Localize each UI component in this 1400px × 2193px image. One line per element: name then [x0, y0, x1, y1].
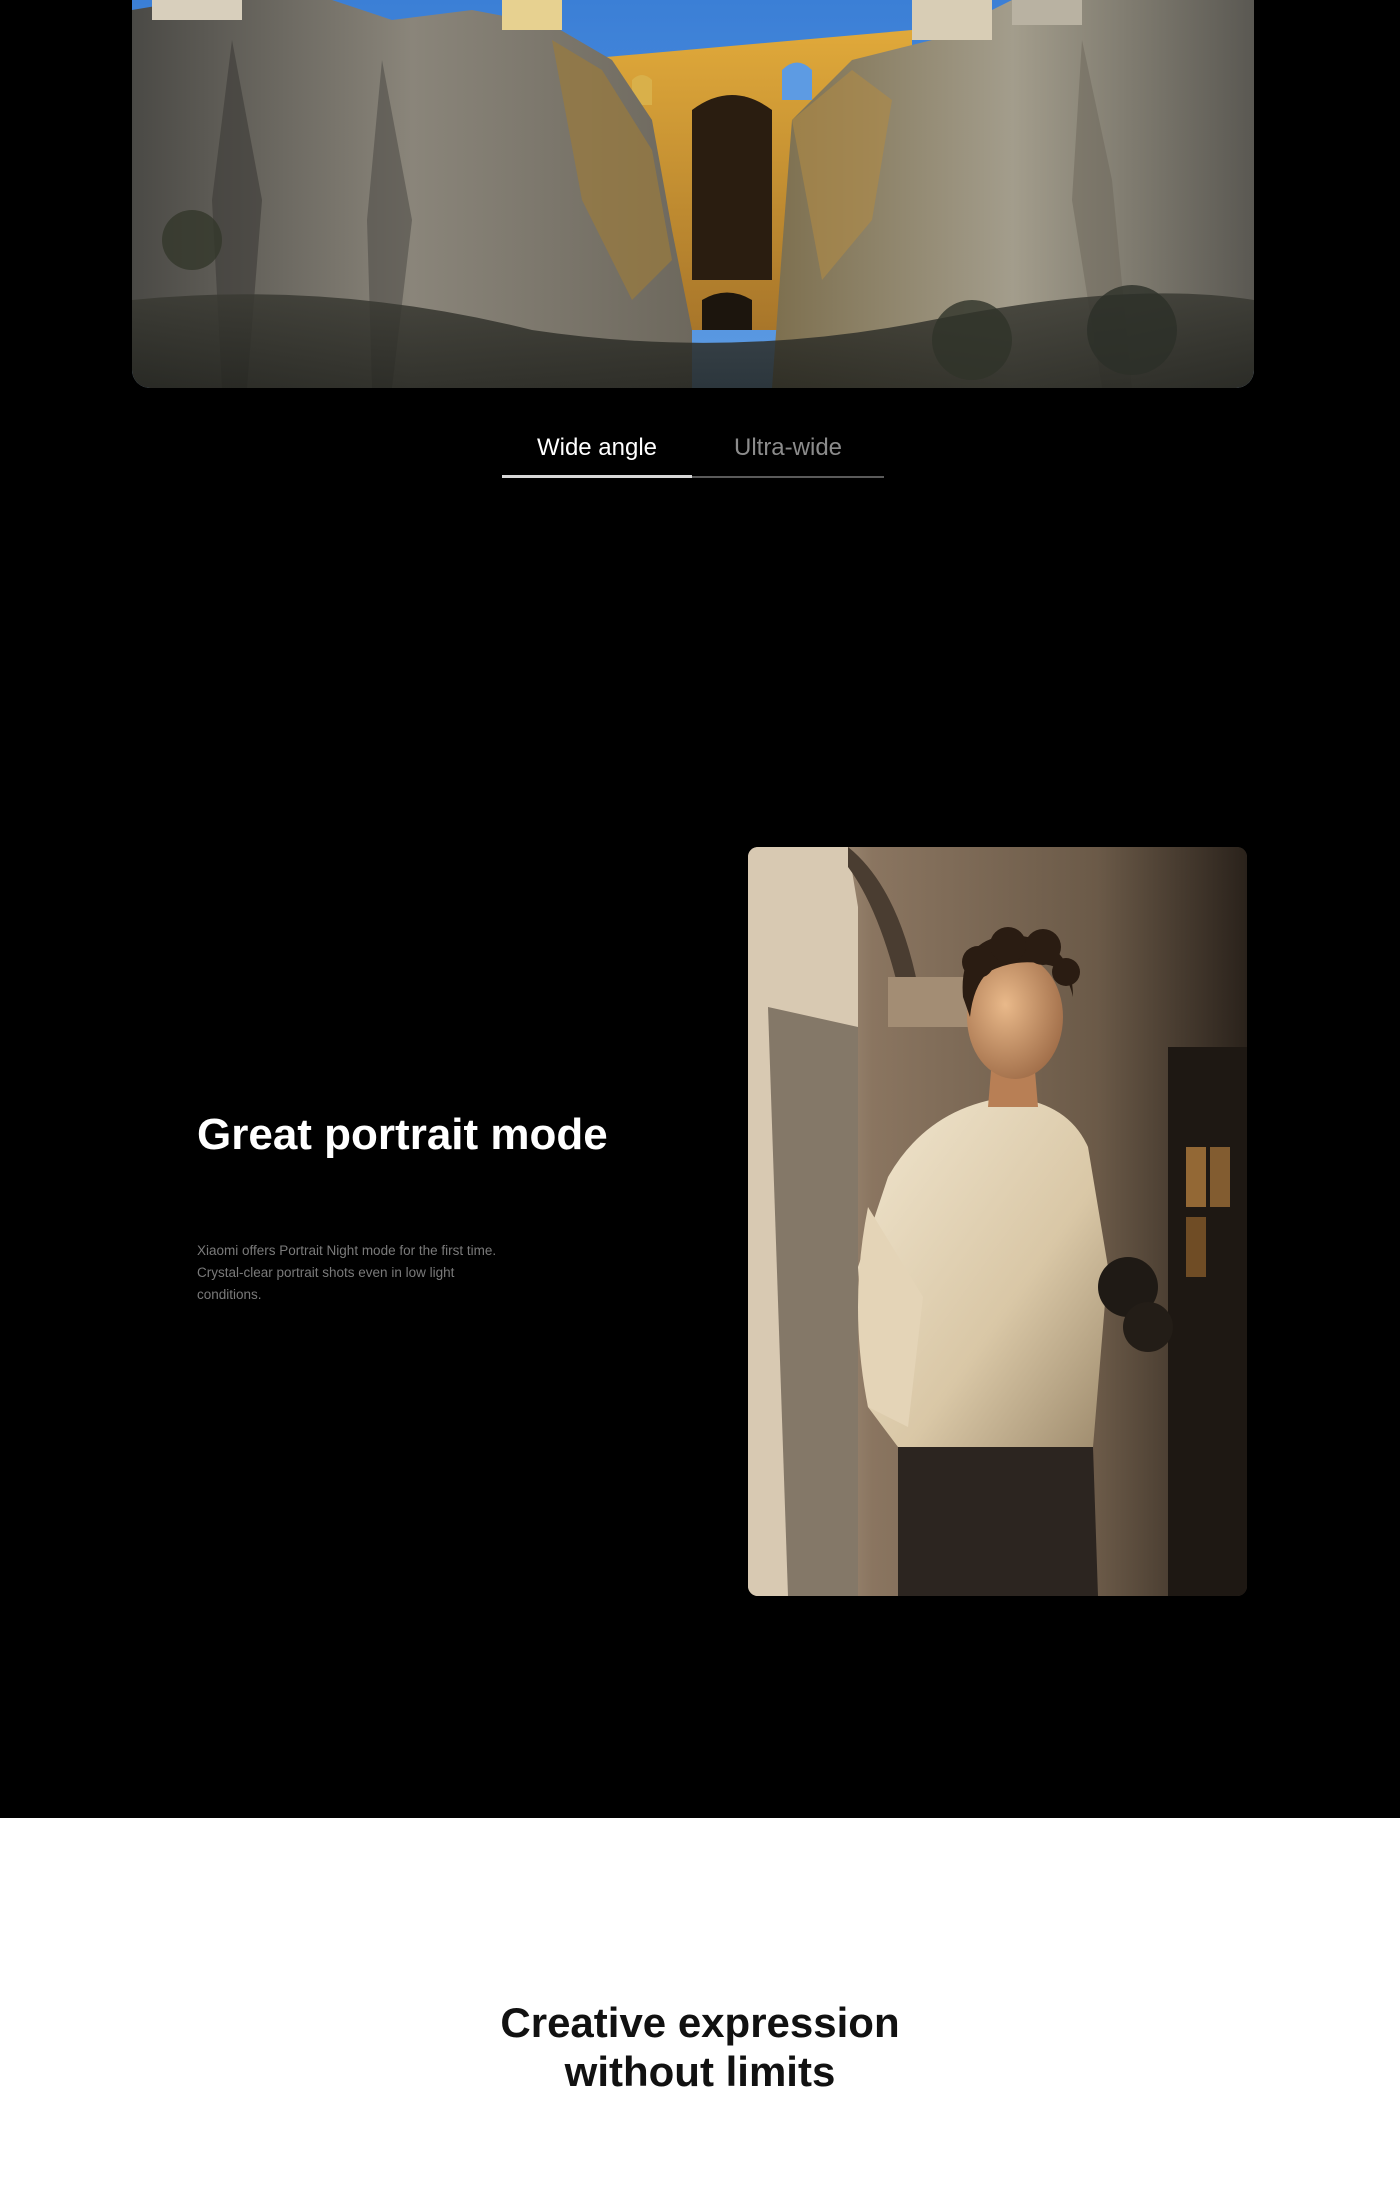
portrait-section-title: Great portrait mode: [197, 1110, 608, 1159]
portrait-description-line-1: Xiaomi offers Portrait Night mode for th…: [197, 1243, 497, 1258]
wide-angle-sample-photo: [132, 0, 1254, 388]
creative-section-title: Creative expression without limits: [0, 1998, 1400, 2096]
bridge-landscape-image: [132, 0, 1254, 388]
tab-ultra-wide[interactable]: Ultra-wide: [692, 420, 884, 478]
portrait-section-description: Xiaomi offers Portrait Night mode for th…: [197, 1240, 507, 1306]
camera-lens-tabs: Wide angle Ultra-wide: [502, 420, 884, 478]
man-portrait-image: [748, 847, 1247, 1596]
creative-title-line-1: Creative expression: [500, 1999, 900, 2046]
tab-wide-angle[interactable]: Wide angle: [502, 420, 692, 478]
creative-expression-section: Creative expression without limits: [0, 1818, 1400, 2193]
page: Wide angle Ultra-wide Great portrait mod…: [0, 0, 1400, 2193]
creative-title-line-2: without limits: [564, 2048, 836, 2095]
portrait-sample-photo: [748, 847, 1247, 1596]
portrait-description-line-2: Crystal-clear portrait shots even in low…: [197, 1265, 455, 1302]
